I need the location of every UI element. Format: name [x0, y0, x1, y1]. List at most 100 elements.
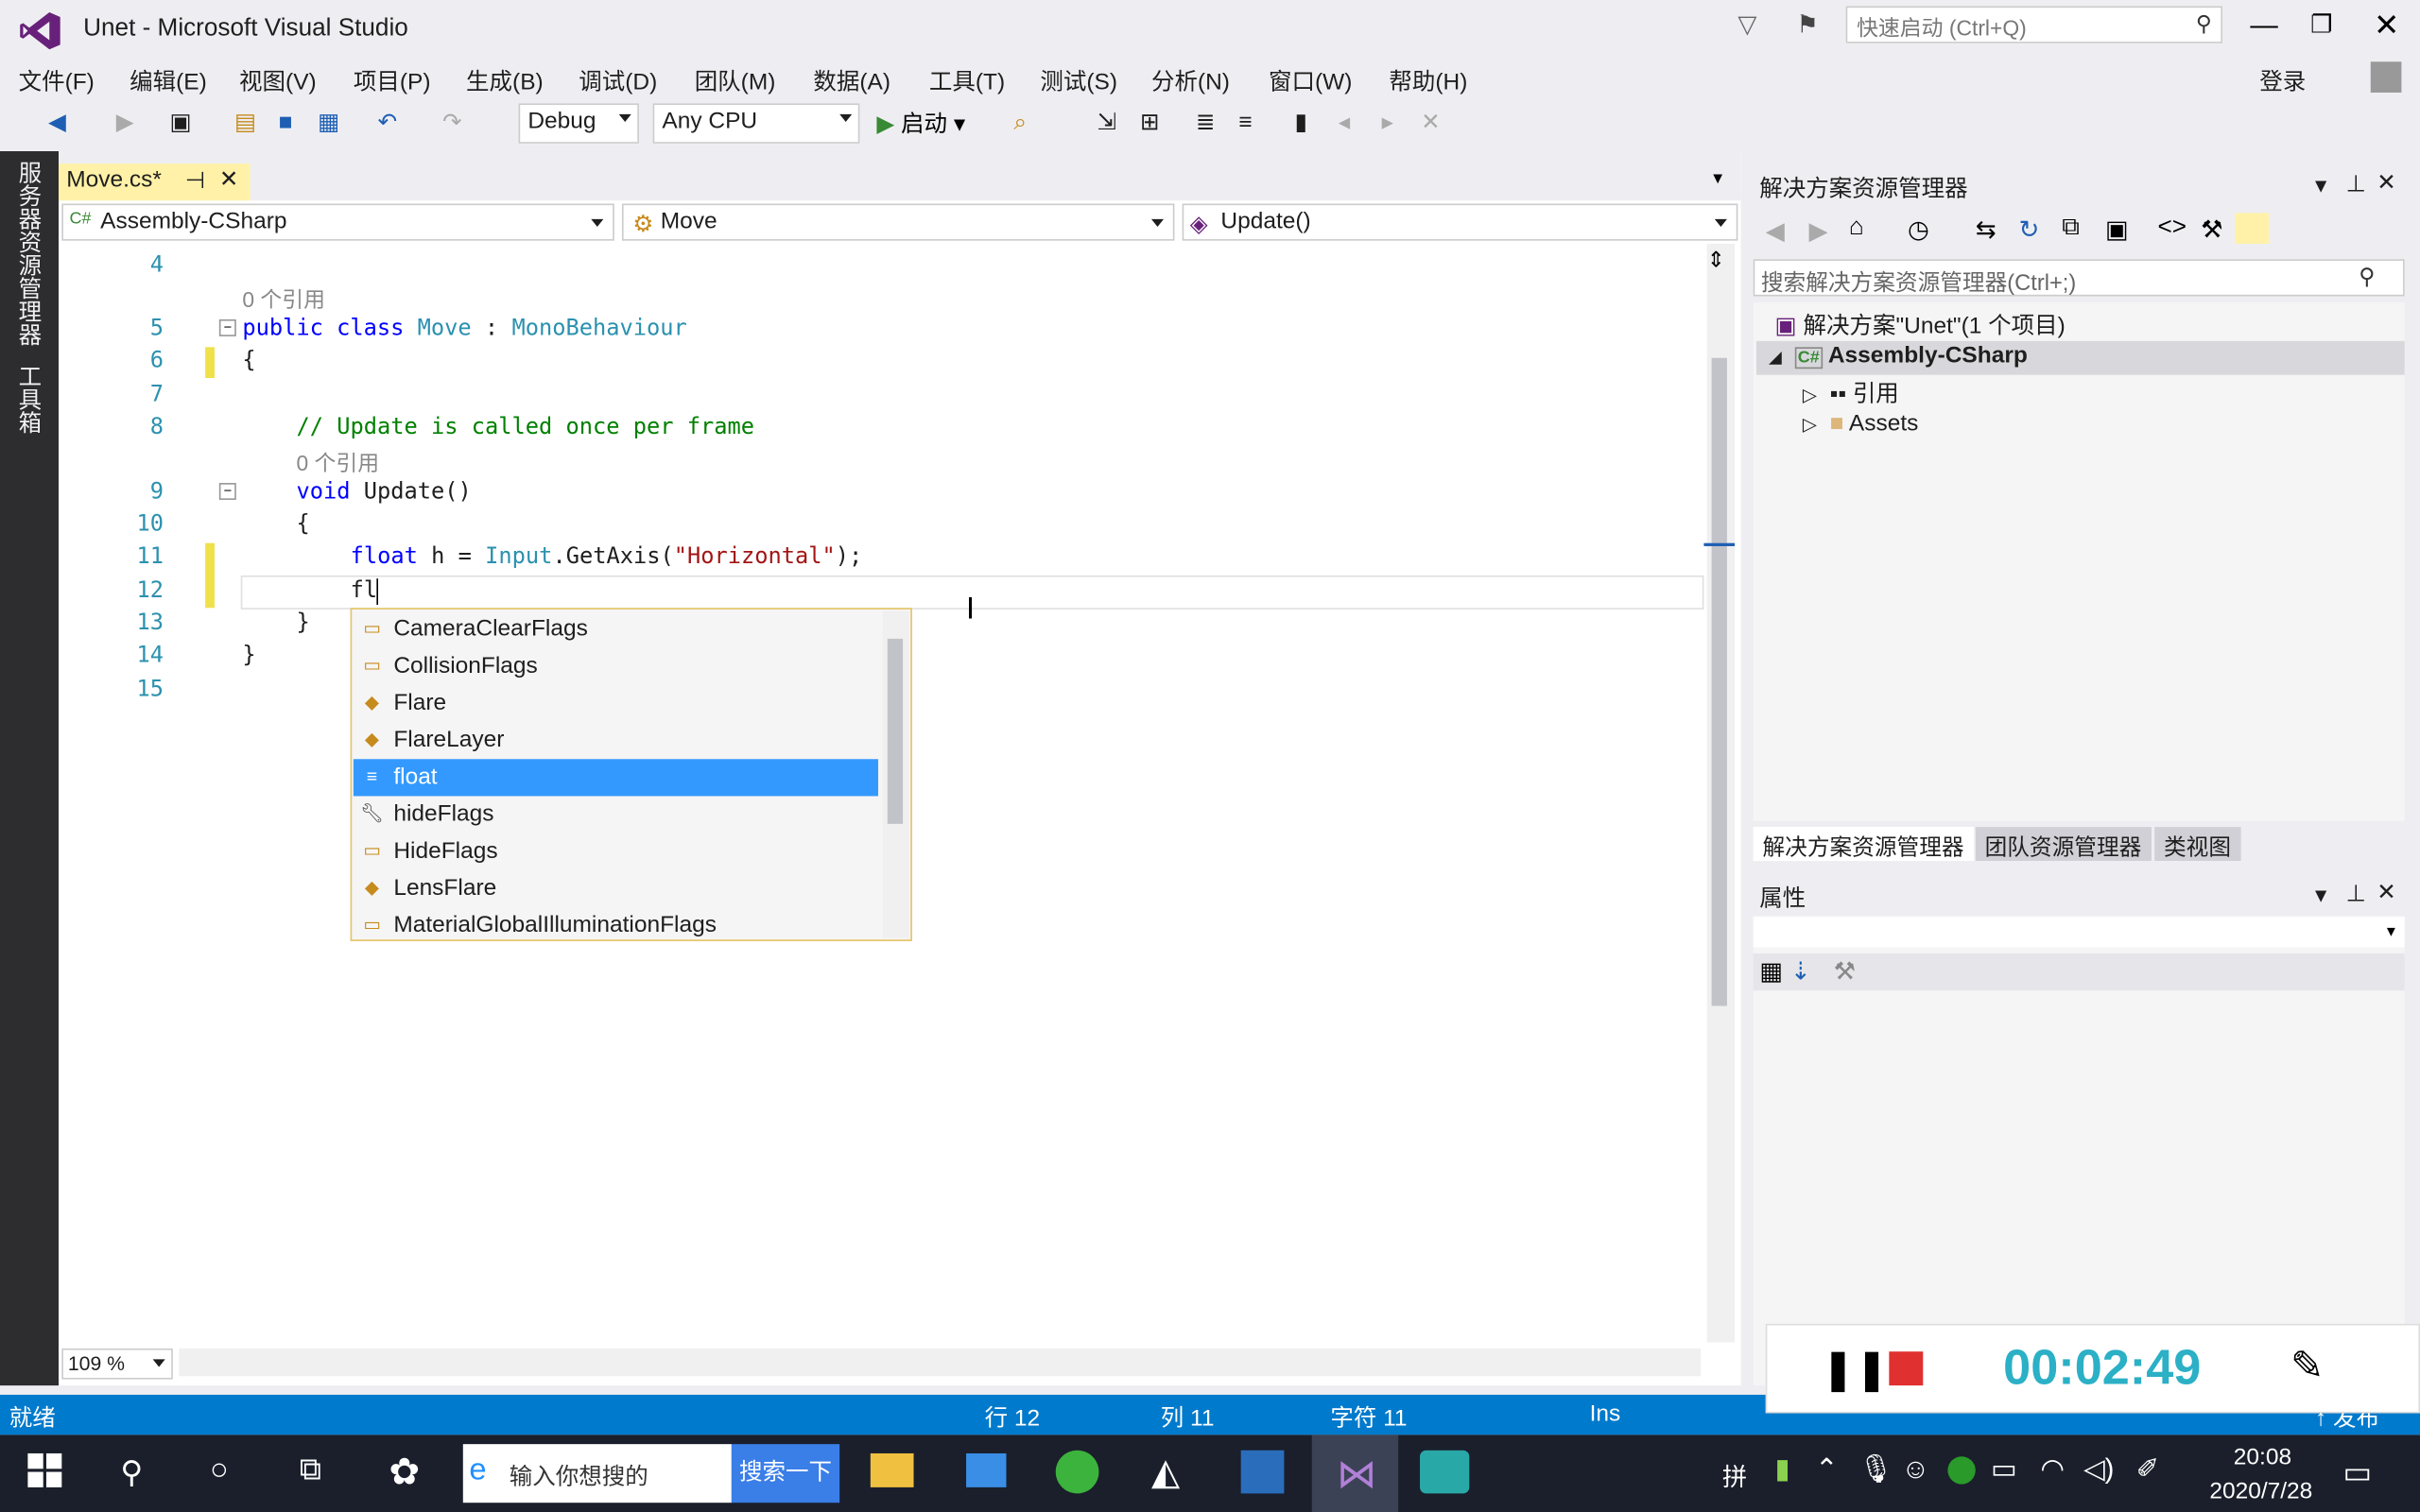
outline-icon[interactable]: ⊞ [1136, 110, 1164, 137]
tree-references[interactable]: ▷ ▪▪ 引用 [1803, 376, 1899, 410]
editor-scroll-thumb[interactable] [1711, 357, 1727, 1006]
completion-item[interactable]: ▭ CameraClearFlags [354, 611, 878, 648]
open-file-icon[interactable]: ▤ [232, 110, 259, 137]
browser-icon[interactable] [1055, 1450, 1099, 1494]
completion-item-selected[interactable]: ≡ float [353, 759, 878, 797]
search-icon[interactable]: ⚲ [120, 1453, 143, 1492]
nav-class-select[interactable]: ⚙ Move [621, 203, 1175, 241]
menu-window[interactable]: 窗口(W) [1269, 65, 1352, 97]
menu-help[interactable]: 帮助(H) [1389, 65, 1467, 97]
back-icon[interactable]: ◀ [1766, 216, 1785, 248]
forward-icon[interactable]: ▶ [112, 110, 139, 137]
close-icon[interactable]: ✕ [2377, 878, 2396, 906]
wifi-icon[interactable]: ◠ [2040, 1453, 2065, 1486]
menu-edit[interactable]: 编辑(E) [130, 65, 207, 97]
quick-launch-input[interactable]: 快速启动 (Ctrl+Q) ⚲ [1845, 6, 2223, 43]
alphabetical-icon[interactable]: ⇣ [1790, 956, 1811, 988]
signin-link[interactable]: 登录 [2259, 65, 2306, 97]
completion-item[interactable]: ◆ LensFlare [354, 870, 878, 907]
pen-icon[interactable]: ✎ [2290, 1342, 2325, 1390]
view-code-icon[interactable]: <> [2157, 215, 2187, 242]
clock-time[interactable]: 20:08 [2216, 1444, 2308, 1470]
completion-item[interactable]: ◆ FlareLayer [354, 722, 878, 759]
cortana-icon[interactable]: ○ [210, 1453, 229, 1489]
close-button[interactable]: ✕ [2374, 7, 2399, 45]
solution-search-input[interactable]: 搜索解决方案资源管理器(Ctrl+;) ⚲ [1753, 259, 2405, 297]
document-tab[interactable]: Move.cs* ⊣ ✕ [59, 163, 251, 201]
refresh-icon[interactable]: ↻ [2019, 215, 2040, 246]
history-icon[interactable]: ◷ [1908, 215, 1929, 246]
avatar[interactable] [2370, 61, 2402, 93]
ime-indicator[interactable]: 拼 [1722, 1456, 1747, 1493]
uncomment-icon[interactable]: ≡ [1232, 110, 1259, 137]
forward-icon[interactable]: ▶ [1808, 216, 1827, 248]
find-icon[interactable]: ⌕ [1006, 110, 1033, 137]
microphone-icon[interactable]: 🎙︎ [1858, 1453, 1893, 1486]
menu-project[interactable]: 项目(P) [354, 65, 431, 97]
prev-bookmark-icon[interactable]: ◂ [1330, 110, 1357, 137]
pin-icon[interactable]: ⊣ [185, 166, 205, 195]
pause-icon[interactable]: ❚❚ [1822, 1346, 1889, 1394]
sync-icon[interactable]: ⇆ [1976, 215, 1996, 246]
comment-icon[interactable]: ≣ [1191, 110, 1219, 137]
property-pages-icon[interactable]: ⚒ [1834, 956, 1856, 988]
app-icon[interactable]: ✿ [389, 1451, 420, 1495]
collapse-all-icon[interactable]: ⧉ [2062, 215, 2080, 242]
preview-icon[interactable] [2235, 213, 2269, 244]
recorder-app-icon[interactable] [1420, 1450, 1470, 1494]
dropdown-icon[interactable]: ▾ [2315, 171, 2326, 199]
nav-project-select[interactable]: C# Assembly-CSharp [61, 203, 614, 241]
reference-count[interactable]: 0 个引用 [296, 447, 379, 478]
completion-item[interactable]: 🔧︎ hideFlags [354, 796, 878, 833]
tree-project[interactable]: ◢ C# Assembly-CSharp [1769, 342, 2028, 376]
step-icon[interactable]: ⇲ [1093, 110, 1120, 137]
tree-solution[interactable]: ▣ 解决方案"Unet"(1 个项目) [1775, 309, 2066, 343]
tab-class-view[interactable]: 类视图 [2154, 827, 2240, 862]
close-tab-icon[interactable]: ✕ [219, 165, 239, 193]
tab-dropdown-icon[interactable]: ▾ [1713, 166, 1722, 188]
notification-icon[interactable]: ▭ [2342, 1453, 2372, 1492]
battery-app-icon[interactable]: ▮ [1775, 1453, 1790, 1486]
properties-icon[interactable]: ⚒ [2201, 215, 2222, 246]
visual-studio-taskbar-button[interactable]: ⋈ [1311, 1435, 1399, 1512]
completion-item[interactable]: ▭ HideFlags [354, 833, 878, 870]
chevron-up-icon[interactable]: ⌃ [1815, 1453, 1839, 1486]
pin-icon[interactable]: ⊥ [2346, 170, 2366, 198]
volume-icon[interactable]: ◁) [2083, 1453, 2114, 1486]
stop-icon[interactable] [1889, 1351, 1924, 1386]
menu-build[interactable]: 生成(B) [466, 65, 544, 97]
tab-solution-explorer[interactable]: 解决方案资源管理器 [1753, 827, 1974, 862]
taskbar-search-button[interactable]: 搜索一下 [731, 1444, 840, 1503]
save-icon[interactable]: ■ [271, 110, 299, 137]
qq-icon[interactable]: ☺ [1901, 1453, 1929, 1486]
split-icon[interactable]: ⇕ [1707, 247, 1725, 273]
clock-date[interactable]: 2020/7/28 [2188, 1478, 2333, 1504]
completion-item[interactable]: ◆ Flare [354, 685, 878, 722]
zoom-select[interactable]: 109 % [61, 1348, 173, 1380]
menu-tools[interactable]: 工具(T) [929, 65, 1005, 97]
taskbar-search-input[interactable]: e 输入你想搜的 [462, 1444, 732, 1503]
show-all-files-icon[interactable]: ▣ [2105, 215, 2129, 246]
close-icon[interactable]: ✕ [2377, 168, 2396, 197]
solution-config-select[interactable]: Debug [518, 103, 639, 144]
server-explorer-tab[interactable]: 服务器资源管理器 [12, 161, 44, 346]
undo-icon[interactable]: ↶ [373, 110, 401, 137]
computer-icon[interactable] [966, 1452, 1007, 1487]
nav-member-select[interactable]: ◈ Update() [1182, 203, 1738, 241]
collapse-icon[interactable]: − [218, 318, 236, 336]
menu-data[interactable]: 数据(A) [813, 65, 890, 97]
file-explorer-icon[interactable] [870, 1452, 914, 1487]
security-icon[interactable] [1947, 1456, 1976, 1485]
horizontal-scrollbar[interactable] [179, 1348, 1702, 1377]
redo-icon[interactable]: ↷ [439, 110, 466, 137]
archive-icon[interactable] [1240, 1450, 1285, 1494]
minimize-button[interactable]: — [2250, 9, 2277, 42]
tab-team-explorer[interactable]: 团队资源管理器 [1975, 827, 2152, 862]
menu-view[interactable]: 视图(V) [239, 65, 317, 97]
dropdown-icon[interactable]: ▾ [2315, 881, 2326, 909]
pin-icon[interactable]: ⊥ [2346, 880, 2366, 907]
unity-icon[interactable]: ◭ [1151, 1451, 1180, 1495]
back-icon[interactable]: ◀ [43, 110, 71, 137]
menu-test[interactable]: 测试(S) [1040, 65, 1117, 97]
categorized-icon[interactable]: ▦ [1759, 956, 1783, 988]
